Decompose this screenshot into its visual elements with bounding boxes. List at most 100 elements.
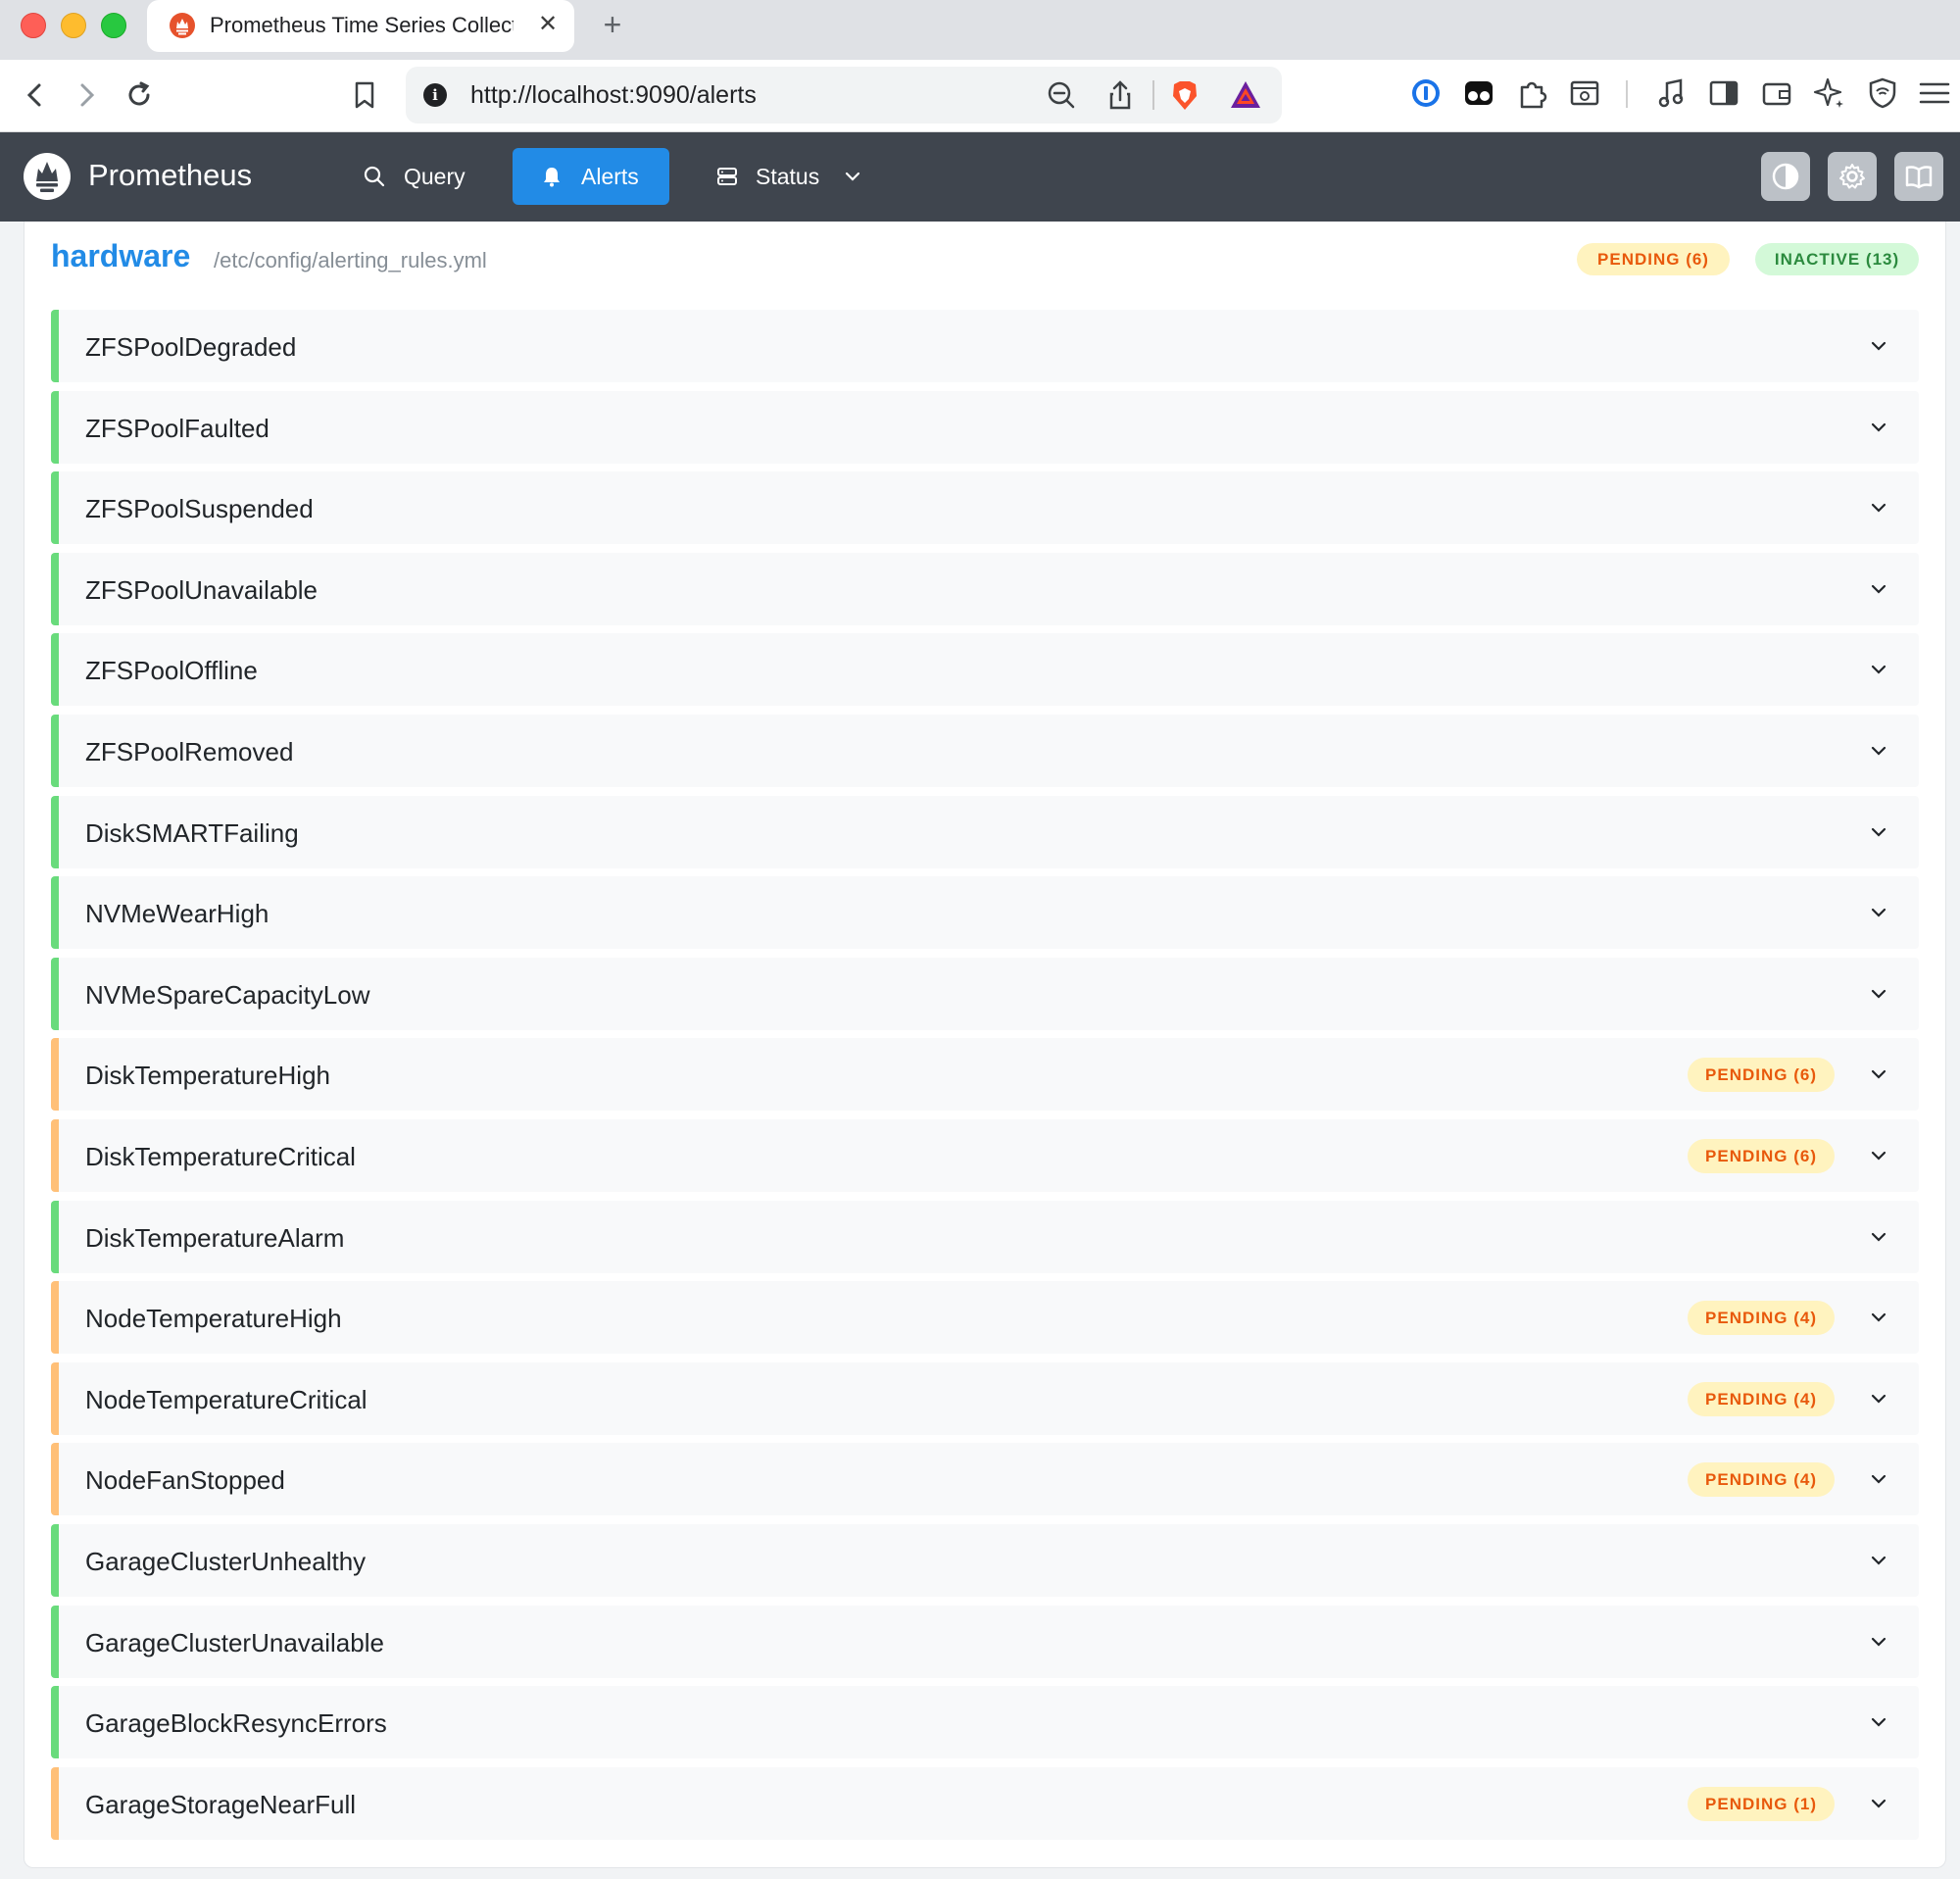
leo-ai-icon[interactable] xyxy=(1811,74,1848,112)
nav-status-dropdown[interactable]: Status xyxy=(704,148,880,205)
brave-rewards-icon[interactable] xyxy=(1227,76,1264,114)
glasses-extension-icon[interactable] xyxy=(1460,74,1497,112)
rule-name: NVMeSpareCapacityLow xyxy=(85,979,370,1010)
rule-row[interactable]: GarageClusterUnhealthy xyxy=(51,1523,1919,1597)
rule-row[interactable]: DiskTemperatureHigh PENDING (6) xyxy=(51,1038,1919,1112)
zoom-out-icon[interactable] xyxy=(1043,76,1080,114)
chevron-down-icon[interactable] xyxy=(1866,1629,1891,1655)
chevron-down-icon[interactable] xyxy=(1866,1386,1891,1411)
rule-row[interactable]: ZFSPoolFaulted xyxy=(51,390,1919,464)
rule-row[interactable]: GarageBlockResyncErrors xyxy=(51,1686,1919,1759)
chevron-down-icon[interactable] xyxy=(1866,576,1891,602)
rule-pending-badge: PENDING (6) xyxy=(1688,1138,1835,1173)
share-icon[interactable] xyxy=(1102,76,1139,114)
brand-name[interactable]: Prometheus xyxy=(88,158,252,193)
close-window-button[interactable] xyxy=(21,13,46,38)
rule-name: GarageStorageNearFull xyxy=(85,1789,357,1819)
chevron-down-icon xyxy=(845,172,860,181)
rule-name: ZFSPoolSuspended xyxy=(85,494,314,524)
rule-row[interactable]: ZFSPoolSuspended xyxy=(51,471,1919,545)
chevron-down-icon[interactable] xyxy=(1866,333,1891,359)
vpn-shield-icon[interactable] xyxy=(1864,74,1901,112)
rule-row[interactable]: GarageClusterUnavailable xyxy=(51,1605,1919,1678)
rule-name: DiskSMARTFailing xyxy=(85,817,299,848)
rule-row[interactable]: ZFSPoolDegraded xyxy=(51,310,1919,382)
rule-row[interactable]: NodeFanStopped PENDING (4) xyxy=(51,1443,1919,1516)
docs-button[interactable] xyxy=(1894,152,1943,201)
rule-name: NodeTemperatureCritical xyxy=(85,1384,368,1414)
tab-title: Prometheus Time Series Collection xyxy=(210,13,514,37)
rule-row[interactable]: ZFSPoolUnavailable xyxy=(51,552,1919,625)
rule-state-indicator xyxy=(51,714,59,787)
wallet-icon[interactable] xyxy=(1758,74,1795,112)
rule-row[interactable]: DiskTemperatureAlarm xyxy=(51,1200,1919,1273)
chevron-down-icon[interactable] xyxy=(1866,1709,1891,1735)
bookmark-button[interactable] xyxy=(343,74,386,117)
chevron-down-icon[interactable] xyxy=(1866,981,1891,1007)
rule-row[interactable]: DiskTemperatureCritical PENDING (6) xyxy=(51,1118,1919,1192)
media-music-icon[interactable] xyxy=(1652,74,1690,112)
chevron-down-icon[interactable] xyxy=(1866,1466,1891,1492)
rule-state-indicator xyxy=(51,1605,59,1678)
chevron-down-icon[interactable] xyxy=(1866,1791,1891,1816)
server-icon xyxy=(717,168,737,185)
rule-name: NodeFanStopped xyxy=(85,1465,285,1496)
rule-state-indicator xyxy=(51,957,59,1030)
rule-row[interactable]: DiskSMARTFailing xyxy=(51,795,1919,868)
search-icon xyxy=(364,166,385,187)
rule-name: GarageClusterUnhealthy xyxy=(85,1546,367,1576)
chevron-down-icon[interactable] xyxy=(1866,1062,1891,1087)
nav-alerts-link[interactable]: Alerts xyxy=(513,148,669,205)
puzzle-extensions-icon[interactable] xyxy=(1513,74,1550,112)
forward-button[interactable] xyxy=(65,74,108,117)
rule-row[interactable]: ZFSPoolRemoved xyxy=(51,714,1919,787)
prometheus-logo-icon[interactable] xyxy=(23,152,72,201)
chevron-down-icon[interactable] xyxy=(1866,1143,1891,1168)
rule-list: ZFSPoolDegraded ZFSPoolFaulted ZFSPoolSusp… xyxy=(51,310,1919,1848)
rule-name: ZFSPoolOffline xyxy=(85,656,258,686)
password-manager-extension-icon[interactable] xyxy=(1407,74,1445,112)
rule-name: ZFSPoolDegraded xyxy=(85,332,297,362)
back-button[interactable] xyxy=(14,74,57,117)
minimize-window-button[interactable] xyxy=(61,13,86,38)
url-text[interactable]: http://localhost:9090/alerts xyxy=(470,81,757,110)
reload-button[interactable] xyxy=(118,74,161,117)
chevron-down-icon[interactable] xyxy=(1866,495,1891,520)
rule-name: DiskTemperatureCritical xyxy=(85,1141,356,1171)
rule-name: GarageClusterUnavailable xyxy=(85,1627,384,1657)
brave-shields-icon[interactable] xyxy=(1166,76,1203,114)
chevron-down-icon[interactable] xyxy=(1866,415,1891,440)
zoom-window-button[interactable] xyxy=(101,13,126,38)
rule-state-indicator xyxy=(51,310,59,382)
chevron-down-icon[interactable] xyxy=(1866,819,1891,845)
sidebar-toggle-icon[interactable] xyxy=(1705,74,1742,112)
rule-row[interactable]: ZFSPoolOffline xyxy=(51,633,1919,707)
chevron-down-icon[interactable] xyxy=(1866,657,1891,682)
chevron-down-icon[interactable] xyxy=(1866,1548,1891,1573)
rule-state-indicator xyxy=(51,795,59,868)
rule-state-indicator xyxy=(51,390,59,464)
settings-button[interactable] xyxy=(1828,152,1877,201)
prometheus-favicon-icon xyxy=(170,13,195,38)
nav-query-link[interactable]: Query xyxy=(353,148,480,205)
rule-row[interactable]: NodeTemperatureHigh PENDING (4) xyxy=(51,1281,1919,1355)
address-bar[interactable]: i http://localhost:9090/alerts xyxy=(406,67,1282,124)
reader-mode-icon[interactable] xyxy=(1566,74,1603,112)
rule-row[interactable]: NVMeWearHigh xyxy=(51,876,1919,950)
chevron-down-icon[interactable] xyxy=(1866,1224,1891,1250)
theme-toggle-button[interactable] xyxy=(1761,152,1810,201)
chevron-down-icon[interactable] xyxy=(1866,738,1891,764)
rule-row[interactable]: NVMeSpareCapacityLow xyxy=(51,957,1919,1030)
address-bar-divider xyxy=(1152,80,1154,110)
chevron-down-icon[interactable] xyxy=(1866,1305,1891,1330)
rule-row[interactable]: GarageStorageNearFull PENDING (1) xyxy=(51,1766,1919,1840)
new-tab-button[interactable]: + xyxy=(596,8,629,41)
rule-group-panel: hardware /etc/config/alerting_rules.yml … xyxy=(24,222,1946,1868)
chevron-down-icon[interactable] xyxy=(1866,900,1891,925)
site-info-icon[interactable]: i xyxy=(423,83,447,107)
menu-icon[interactable] xyxy=(1916,74,1953,112)
rule-pending-badge: PENDING (4) xyxy=(1688,1462,1835,1498)
rule-row[interactable]: NodeTemperatureCritical PENDING (4) xyxy=(51,1361,1919,1435)
browser-tab[interactable]: Prometheus Time Series Collection ✕ xyxy=(147,0,574,52)
close-tab-icon[interactable]: ✕ xyxy=(533,10,563,39)
